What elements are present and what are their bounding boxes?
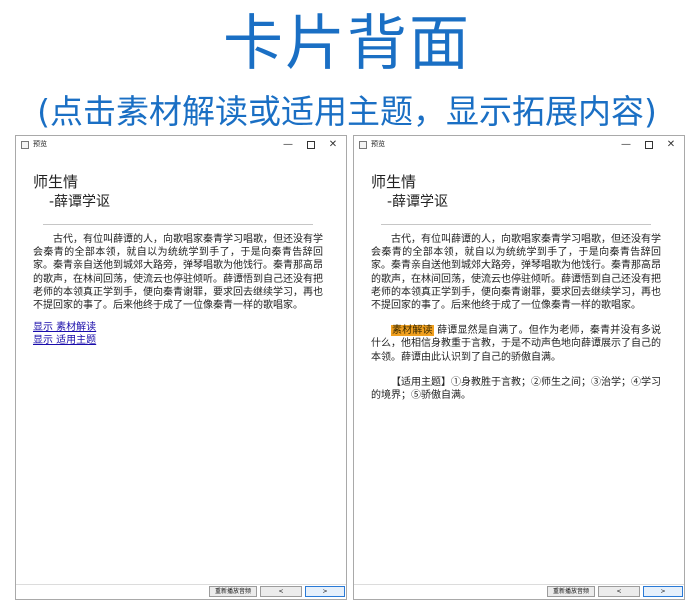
expand-links: 显示 素材解读 显示 适用主题 [33,322,323,347]
app-icon [21,141,29,149]
maximize-button[interactable] [301,137,321,152]
replay-audio-button[interactable]: 重新播放音频 [547,586,595,597]
headline-title: 卡片背面 [223,9,471,79]
card-content: 师生情 -薛谭学讴 古代，有位叫薛谭的人，向歌唱家秦青学习唱歌，但还没有学会秦青… [371,172,661,402]
title-bar[interactable]: 预览 — ✕ [354,136,684,154]
interpretation-section: 素材解读 薛谭显然是自满了。但作为老师，秦青并没有多说什么，他相信身教重于言教，… [371,324,661,364]
card-title: 师生情 [371,173,417,191]
prev-button[interactable]: < [598,586,640,597]
maximize-icon [645,141,653,149]
preview-window-right: 预览 — ✕ 师生情 -薛谭学讴 古代，有位叫薛谭的人，向歌唱家秦青学习唱歌，但… [353,135,685,600]
interpretation-label: 素材解读 [391,325,434,337]
maximize-button[interactable] [639,137,659,152]
window-title: 预览 [371,140,385,148]
card-content: 师生情 -薛谭学讴 古代，有位叫薛谭的人，向歌唱家秦青学习唱歌，但还没有学会秦青… [33,172,323,347]
card-author: -薛谭学讴 [387,194,449,210]
card-title: 师生情 [33,173,79,191]
divider [381,224,651,225]
window-title: 预览 [33,140,47,148]
close-button[interactable]: ✕ [323,137,343,152]
app-icon [359,141,367,149]
divider [43,224,313,225]
close-button[interactable]: ✕ [661,137,681,152]
maximize-icon [307,141,315,149]
minimize-button[interactable]: — [616,137,636,152]
story-text: 古代，有位叫薛谭的人，向歌唱家秦青学习唱歌，但还没有学会秦青的全部本领，就自以为… [33,234,323,312]
show-theme-link[interactable]: 显示 适用主题 [33,335,323,348]
replay-audio-button[interactable]: 重新播放音频 [209,586,257,597]
next-button[interactable]: > [643,586,683,597]
headline-subtitle: (点击素材解读或适用主题，显示拓展内容) [37,92,657,131]
title-bar[interactable]: 预览 — ✕ [16,136,346,154]
prev-button[interactable]: < [260,586,302,597]
next-button[interactable]: > [305,586,345,597]
theme-section: 【适用主题】①身教胜于言教；②师生之间；③治学；④学习的境界；⑤骄傲自满。 [371,376,661,402]
story-text: 古代，有位叫薛谭的人，向歌唱家秦青学习唱歌，但还没有学会秦青的全部本领，就自以为… [371,234,661,312]
bottom-bar: 重新播放音频 < > [16,584,346,599]
show-interpretation-link[interactable]: 显示 素材解读 [33,322,323,335]
minimize-button[interactable]: — [278,137,298,152]
card-author: -薛谭学讴 [49,194,111,210]
preview-window-left: 预览 — ✕ 师生情 -薛谭学讴 古代，有位叫薛谭的人，向歌唱家秦青学习唱歌，但… [15,135,347,600]
bottom-bar: 重新播放音频 < > [354,584,684,599]
